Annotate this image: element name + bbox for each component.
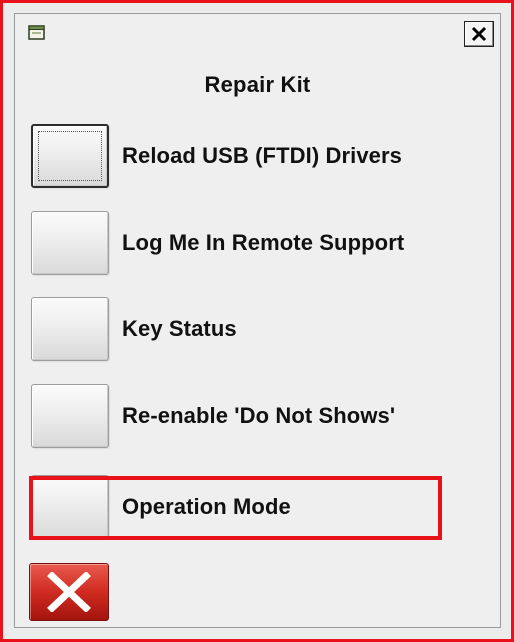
- key-status-label: Key Status: [122, 316, 237, 341]
- reload-usb-drivers-label: Reload USB (FTDI) Drivers: [122, 143, 402, 168]
- row-remote-support: Log Me In Remote Support: [15, 211, 475, 277]
- row-reenable-dialogs: Re-enable 'Do Not Shows': [15, 384, 475, 450]
- reenable-dialogs-button[interactable]: [31, 384, 109, 448]
- title-bar: [15, 14, 500, 54]
- operation-mode-highlight: [29, 476, 442, 540]
- remote-support-label: Log Me In Remote Support: [122, 230, 405, 255]
- reload-usb-drivers-button[interactable]: [31, 124, 109, 188]
- key-status-button[interactable]: [31, 297, 109, 361]
- exit-button[interactable]: [29, 563, 109, 621]
- red-x-icon: [47, 572, 91, 612]
- window-icon: [27, 23, 47, 43]
- row-reload-usb: Reload USB (FTDI) Drivers: [15, 124, 475, 190]
- close-button[interactable]: [464, 21, 494, 47]
- repair-kit-dialog: Repair Kit Reload USB (FTDI) Drivers Log…: [14, 13, 501, 628]
- remote-support-button[interactable]: [31, 211, 109, 275]
- reenable-dialogs-label: Re-enable 'Do Not Shows': [122, 403, 396, 428]
- close-icon: [471, 26, 487, 42]
- row-key-status: Key Status: [15, 297, 475, 363]
- dialog-title: Repair Kit: [204, 72, 311, 97]
